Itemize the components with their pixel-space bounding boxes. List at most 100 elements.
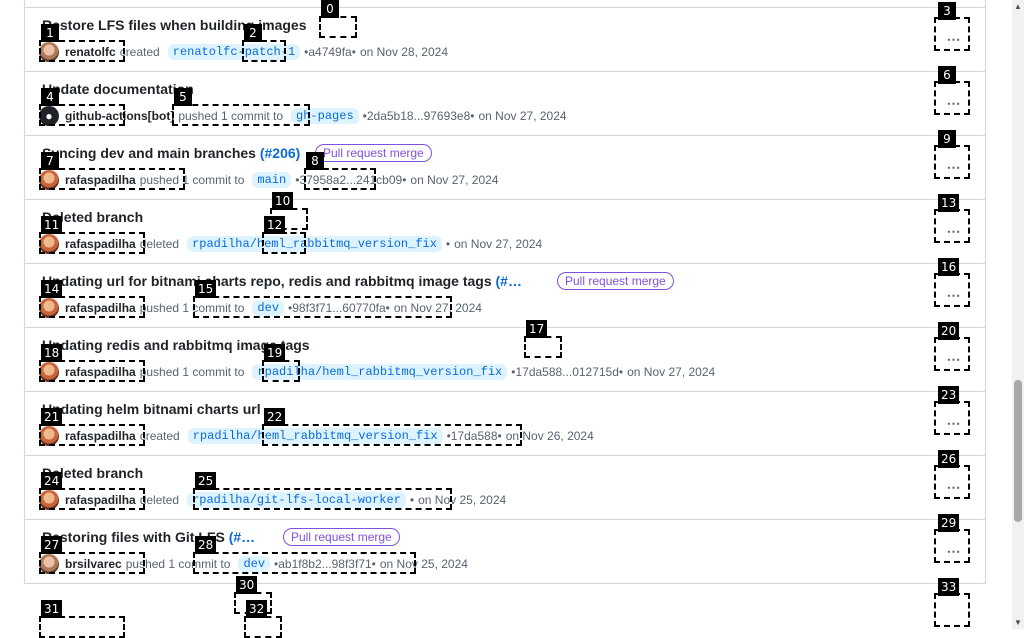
user-link[interactable]: rafaspadilha (65, 365, 136, 379)
user-link[interactable]: rafaspadilha (65, 429, 136, 443)
annotation-tag: 9 (938, 130, 956, 148)
action-text: created (119, 45, 160, 59)
scrollbar[interactable]: ▲ ▼ (1012, 0, 1024, 629)
user-link[interactable]: rafaspadilha (65, 173, 136, 187)
avatar[interactable] (39, 298, 59, 318)
branch-link[interactable]: dev (238, 556, 271, 572)
activity-meta: rafaspadilha deleted rpadilha/heml_rabbitm… (39, 234, 546, 254)
annotation-tag: 3 (938, 2, 956, 20)
more-options-icon[interactable]: ⋯ (939, 89, 969, 117)
commit-range-link[interactable]: 2da5b18...97693e8 (367, 109, 470, 123)
branch-link[interactable]: rpadilha/heml_rabbitmq_version_fix (252, 364, 508, 380)
action-text: deleted (139, 237, 180, 251)
branch-link[interactable]: rpadilha/git-lfs-local-worker (187, 492, 406, 508)
annotation-tag: 25 (195, 472, 217, 490)
annotation-tag: 15 (195, 280, 217, 298)
more-options-icon[interactable]: ⋯ (939, 537, 969, 565)
user-link[interactable]: rafaspadilha (65, 237, 136, 251)
activity-meta: brsilvarec pushed 1 commit to dev • ab1f8b2… (39, 554, 472, 574)
commit-range-link[interactable]: 98f3f71...60770fa (292, 301, 385, 315)
commit-message-link[interactable]: Restore LFS files when building images (42, 17, 307, 33)
branch-link[interactable]: dev (252, 300, 285, 316)
commit-message-link[interactable]: Update documentation (42, 81, 194, 97)
user-link[interactable]: rafaspadilha (65, 493, 136, 507)
pull-request-link[interactable]: (#… (496, 273, 522, 289)
activity-date: on Nov 26, 2024 (505, 429, 594, 443)
activity-title: Updating helm bitnami charts url (42, 401, 261, 417)
branch-link[interactable]: gh-pages (291, 108, 359, 124)
commit-message-link[interactable]: Updating helm bitnami charts url (42, 401, 261, 417)
more-options-icon[interactable]: ⋯ (939, 217, 969, 245)
pull-request-link[interactable]: (#… (229, 529, 255, 545)
branch-link[interactable]: renatolfc-patch-1 (167, 44, 301, 60)
annotation-tag: 8 (306, 152, 324, 170)
activity-date: on Nov 28, 2024 (359, 45, 449, 59)
annotation-tag: 13 (938, 194, 960, 212)
user-link[interactable]: github-actions[bot] (65, 109, 174, 123)
branch-link[interactable]: rpadilha/heml_rabbitmq_version_fix (187, 236, 442, 252)
activity-date: on Nov 27, 2024 (454, 237, 543, 251)
activity-meta: rafaspadilha pushed 1 commit to rpadilha/h… (39, 362, 719, 382)
activity-row: Syncing dev and main branches (#206) Pull… (25, 136, 985, 200)
annotation-tag: 24 (41, 472, 63, 490)
annotation-tag: 1 (41, 24, 59, 42)
avatar[interactable] (39, 490, 59, 510)
commit-message-link[interactable]: Syncing dev and main branches (42, 145, 256, 161)
activity-row: Restoring files with Git LFS (#… Pull req… (25, 520, 985, 584)
scroll-up-arrow-icon[interactable]: ▲ (1014, 2, 1022, 11)
annotation-tag: 2 (244, 24, 262, 42)
activity-date: on Nov 27, 2024 (410, 173, 499, 187)
activity-row: Restore LFS files when building images re… (25, 8, 985, 72)
annotation-tag: 12 (264, 216, 286, 234)
branch-link[interactable]: rpadilha/heml_rabbitmq_version_fix (187, 428, 443, 444)
activity-meta: ● github-actions[bot] pushed 1 commit to gh… (39, 106, 571, 126)
avatar[interactable] (39, 362, 59, 382)
avatar[interactable] (39, 234, 59, 254)
commit-message-link[interactable]: Updating url for bitnami charts repo, re… (42, 273, 492, 289)
more-options-icon[interactable]: ⋯ (939, 25, 969, 53)
activity-meta: rafaspadilha pushed 1 commit to main • 3795… (39, 170, 502, 190)
annotation-tag: 0 (321, 0, 339, 18)
commit-range-link[interactable]: 17da588 (451, 429, 498, 443)
pull-request-merge-badge: Pull request merge (557, 272, 674, 290)
commit-range-link[interactable]: ab1f8b2...98f3f71 (278, 557, 371, 571)
annotation-tag: 28 (195, 536, 217, 554)
annotation-tag: 5 (174, 88, 192, 106)
activity-title: Update documentation (42, 81, 194, 97)
more-options-icon[interactable]: ⋯ (939, 153, 969, 181)
annotation-box (934, 593, 970, 627)
scroll-thumb[interactable] (1014, 380, 1022, 522)
activity-date: on Nov 25, 2024 (418, 493, 507, 507)
annotation-tag: 10 (272, 192, 294, 210)
commit-range-link[interactable]: a4749fa (308, 45, 351, 59)
activity-meta: rafaspadilha pushed 1 commit to dev • 98f3f… (39, 298, 486, 318)
user-link[interactable]: brsilvarec (65, 557, 122, 571)
activity-title: Syncing dev and main branches (#206) (42, 145, 300, 161)
avatar[interactable] (39, 426, 59, 446)
commit-range-link[interactable]: 37958a2...241cb09 (299, 173, 402, 187)
more-options-icon[interactable]: ⋯ (939, 473, 969, 501)
commit-range-link[interactable]: 17da588...012715d (515, 365, 618, 379)
activity-list: Restore LFS files when building images (… (24, 0, 986, 584)
action-text: pushed 1 commit to (139, 173, 245, 187)
user-link[interactable]: rafaspadilha (65, 301, 136, 315)
user-link[interactable]: renatolfc (65, 45, 116, 59)
branch-link[interactable]: main (252, 172, 292, 188)
annotation-tag: 21 (41, 408, 63, 426)
activity-meta: rafaspadilha created rpadilha/heml_rabbitm… (39, 426, 598, 446)
more-options-icon[interactable]: ⋯ (939, 345, 969, 373)
more-options-icon[interactable]: ⋯ (939, 409, 969, 437)
avatar[interactable] (39, 42, 59, 62)
pull-request-link[interactable]: (#206) (260, 145, 300, 161)
annotation-tag: 30 (236, 576, 258, 594)
avatar[interactable]: ● (39, 106, 59, 126)
avatar[interactable] (39, 554, 59, 574)
more-options-icon[interactable]: ⋯ (939, 281, 969, 309)
avatar[interactable] (39, 170, 59, 190)
annotation-tag: 32 (246, 600, 268, 618)
activity-date: on Nov 27, 2024 (627, 365, 716, 379)
action-text: pushed 1 commit to (178, 109, 284, 123)
annotation-tag: 6 (938, 66, 956, 84)
annotation-tag: 11 (41, 216, 63, 234)
scroll-down-arrow-icon[interactable]: ▼ (1014, 618, 1022, 627)
